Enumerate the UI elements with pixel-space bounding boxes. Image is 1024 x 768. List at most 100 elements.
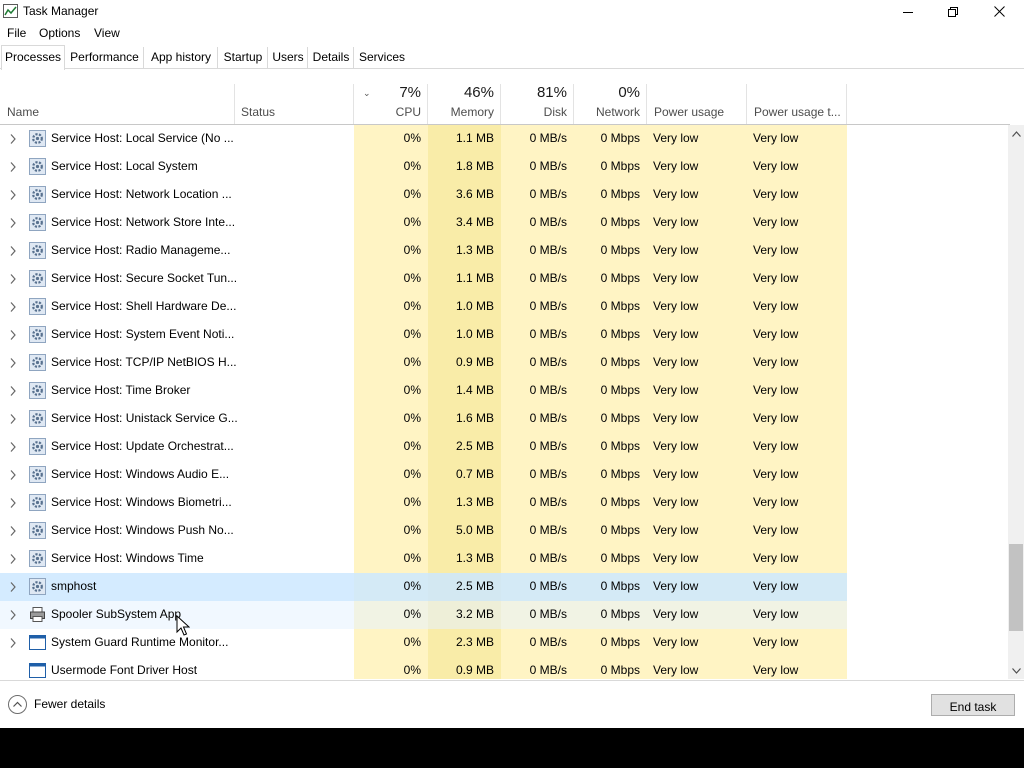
tab-services[interactable]: Services (355, 47, 409, 69)
column-memory-header[interactable]: 46% Memory (428, 84, 501, 124)
window-title: Task Manager (23, 4, 99, 18)
gear-icon (29, 410, 46, 427)
chevron-right-icon[interactable] (9, 133, 17, 145)
column-power-trend-header[interactable]: Power usage t... (747, 84, 847, 124)
process-network: 0 Mbps (600, 187, 640, 201)
process-name: Service Host: Secure Socket Tun... (51, 271, 238, 285)
process-row[interactable]: Service Host: Time Broker 0% 1.4 MB 0 MB/s 0… (0, 377, 847, 405)
fewer-details-link[interactable]: Fewer details (34, 697, 105, 711)
process-row[interactable]: Service Host: Local Service (No ... 0% 1.1… (0, 125, 847, 153)
process-power-usage: Very low (653, 271, 699, 285)
scroll-down-button[interactable] (1008, 662, 1024, 679)
vertical-scrollbar[interactable] (1008, 125, 1024, 679)
process-row[interactable]: Service Host: Network Location ... 0% 3.6 … (0, 181, 847, 209)
column-network-header[interactable]: 0% Network (574, 84, 647, 124)
process-memory: 1.6 MB (455, 411, 494, 425)
process-row[interactable]: Service Host: System Event Noti... 0% 1.0 … (0, 321, 847, 349)
chevron-right-icon[interactable] (9, 301, 17, 313)
column-status-header[interactable]: Status (235, 84, 354, 124)
column-cpu-header[interactable]: 7% CPU (354, 84, 428, 124)
process-disk: 0 MB/s (529, 243, 567, 257)
process-row[interactable]: Service Host: Update Orchestrat... 0% 2.5 … (0, 433, 847, 461)
process-disk: 0 MB/s (529, 159, 567, 173)
process-cpu: 0% (403, 439, 421, 453)
process-row[interactable]: Spooler SubSystem App 0% 3.2 MB 0 MB/s 0 Mbp… (0, 601, 847, 629)
process-cpu: 0% (403, 131, 421, 145)
gear-icon (29, 354, 46, 371)
chevron-right-icon[interactable] (9, 637, 17, 649)
gear-icon (29, 298, 46, 315)
process-disk: 0 MB/s (529, 523, 567, 537)
chevron-right-icon[interactable] (9, 469, 17, 481)
scrollbar-thumb[interactable] (1009, 544, 1023, 631)
gear-icon (29, 326, 46, 343)
column-disk-header[interactable]: 81% Disk (501, 84, 574, 124)
column-power-header[interactable]: Power usage (647, 84, 747, 124)
process-power-usage: Very low (653, 383, 699, 397)
menu-options[interactable]: Options (39, 26, 80, 40)
process-row[interactable]: Service Host: Windows Audio E... 0% 0.7 MB… (0, 461, 847, 489)
process-power-usage: Very low (653, 635, 699, 649)
process-power-usage-trend: Very low (753, 495, 799, 509)
chevron-right-icon[interactable] (9, 497, 17, 509)
process-row[interactable]: Service Host: Network Store Inte... 0% 3.4… (0, 209, 847, 237)
process-name: Service Host: Update Orchestrat... (51, 439, 234, 453)
process-row[interactable]: smphost 0% 2.5 MB 0 MB/s 0 Mbps Very low Very … (0, 573, 847, 601)
process-power-usage: Very low (653, 579, 699, 593)
tab-details[interactable]: Details (309, 47, 354, 69)
process-power-usage: Very low (653, 467, 699, 481)
chevron-right-icon[interactable] (9, 273, 17, 285)
gear-icon (29, 186, 46, 203)
chevron-right-icon[interactable] (9, 217, 17, 229)
task-manager-window: Task Manager File Options View Processes… (0, 0, 1024, 728)
tab-users[interactable]: Users (269, 47, 308, 69)
tab-processes[interactable]: Processes (1, 45, 65, 70)
process-row[interactable]: Service Host: Unistack Service G... 0% 1.6… (0, 405, 847, 433)
task-manager-app-icon (3, 4, 18, 18)
process-row[interactable]: Service Host: Shell Hardware De... 0% 1.0 … (0, 293, 847, 321)
chevron-right-icon[interactable] (9, 525, 17, 537)
chevron-right-icon[interactable] (9, 357, 17, 369)
tab-performance[interactable]: Performance (66, 47, 144, 69)
process-row[interactable]: Service Host: Windows Push No... 0% 5.0 MB… (0, 517, 847, 545)
minimize-button[interactable] (885, 0, 931, 23)
chevron-right-icon[interactable] (9, 329, 17, 341)
tab-startup[interactable]: Startup (219, 47, 268, 69)
column-header: Name Status ⌄ 7% CPU 46% Memory 81% Disk… (0, 84, 1010, 125)
close-button[interactable] (976, 0, 1022, 23)
process-row[interactable]: Service Host: Local System 0% 1.8 MB 0 MB/s… (0, 153, 847, 181)
chevron-right-icon[interactable] (9, 581, 17, 593)
process-memory: 0.7 MB (455, 467, 494, 481)
process-row[interactable]: Service Host: Windows Time 0% 1.3 MB 0 MB/s… (0, 545, 847, 573)
end-task-button[interactable]: End task (931, 694, 1015, 716)
app-window-icon (29, 662, 46, 679)
process-row[interactable]: System Guard Runtime Monitor... 0% 2.3 MB 0… (0, 629, 847, 657)
menu-view[interactable]: View (94, 26, 120, 40)
process-disk: 0 MB/s (529, 551, 567, 565)
chevron-right-icon[interactable] (9, 189, 17, 201)
process-disk: 0 MB/s (529, 439, 567, 453)
process-network: 0 Mbps (600, 467, 640, 481)
chevron-right-icon[interactable] (9, 609, 17, 621)
chevron-right-icon[interactable] (9, 413, 17, 425)
chevron-right-icon[interactable] (9, 553, 17, 565)
chevron-right-icon[interactable] (9, 161, 17, 173)
chevron-up-circle-icon[interactable] (8, 695, 27, 714)
chevron-right-icon[interactable] (9, 385, 17, 397)
process-name: Service Host: Time Broker (51, 383, 191, 397)
menu-file[interactable]: File (7, 26, 26, 40)
process-row[interactable]: Service Host: Secure Socket Tun... 0% 1.1 … (0, 265, 847, 293)
process-row[interactable]: Usermode Font Driver Host 0% 0.9 MB 0 MB/s 0… (0, 657, 847, 679)
scroll-up-button[interactable] (1008, 125, 1024, 142)
process-row[interactable]: Service Host: Windows Biometri... 0% 1.3 M… (0, 489, 847, 517)
process-disk: 0 MB/s (529, 495, 567, 509)
process-network: 0 Mbps (600, 271, 640, 285)
tab-app-history[interactable]: App history (145, 47, 218, 69)
title-bar[interactable]: Task Manager (0, 0, 1024, 23)
column-name-header[interactable]: Name (0, 84, 235, 124)
process-row[interactable]: Service Host: Radio Manageme... 0% 1.3 MB 0… (0, 237, 847, 265)
restore-button[interactable] (930, 0, 976, 23)
chevron-right-icon[interactable] (9, 441, 17, 453)
chevron-right-icon[interactable] (9, 245, 17, 257)
process-row[interactable]: Service Host: TCP/IP NetBIOS H... 0% 0.9 M… (0, 349, 847, 377)
